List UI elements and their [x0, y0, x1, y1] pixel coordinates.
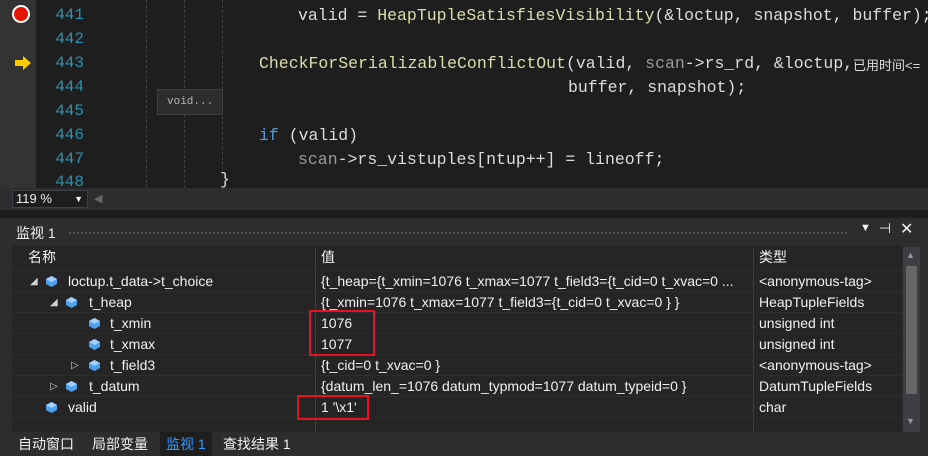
editor-status-bar: [0, 188, 928, 210]
line-number: 443: [55, 54, 84, 72]
code-function: HeapTupleSatisfiesVisibility: [377, 6, 655, 25]
breakpoint-icon[interactable]: [12, 5, 30, 23]
row-type: <anonymous-tag>: [759, 273, 872, 289]
zoom-value: 119 %: [16, 191, 52, 206]
field-icon: [66, 297, 77, 308]
highlight-box: [297, 395, 369, 420]
column-header-type[interactable]: 类型: [753, 247, 903, 267]
table-row[interactable]: ▷ t_datum {datum_len_=1076 datum_typmod=…: [12, 375, 902, 396]
close-icon[interactable]: ✕: [900, 219, 913, 239]
field-icon: [46, 276, 57, 287]
collapse-arrow-icon[interactable]: ◢: [30, 271, 38, 292]
current-line-arrow-icon: [15, 56, 31, 70]
field-icon: [66, 381, 77, 392]
line-number: 447: [55, 150, 84, 168]
code-function: CheckForSerializableConflictOut: [259, 54, 566, 73]
zoom-dropdown[interactable]: 119 % ▼: [12, 190, 88, 208]
row-name: t_datum: [89, 378, 140, 394]
scroll-up-icon[interactable]: ▲: [906, 250, 915, 260]
line-number: 444: [55, 78, 84, 96]
window-menu-icon[interactable]: ▼: [860, 222, 871, 234]
row-name: t_xmin: [110, 315, 152, 331]
row-value: {t_cid=0 t_xvac=0 }: [321, 357, 441, 373]
indent-guide: [146, 0, 147, 188]
code-line-441: valid = HeapTupleSatisfiesVisibility(&lo…: [298, 6, 928, 25]
table-row[interactable]: ▷ t_field3 {t_cid=0 t_xvac=0 } <anonymou…: [12, 354, 902, 375]
chevron-down-icon: ▼: [74, 194, 83, 204]
row-value: 1 '\x1': [321, 399, 357, 415]
line-number: 442: [55, 30, 84, 48]
drag-grip[interactable]: [68, 231, 848, 236]
line-number: 448: [55, 173, 84, 188]
code-param: scan: [645, 54, 685, 73]
tab-autos[interactable]: 自动窗口: [12, 432, 80, 456]
tab-locals[interactable]: 局部变量: [86, 432, 154, 456]
scrollbar-thumb[interactable]: [906, 266, 917, 394]
code-line-444: buffer, snapshot);: [568, 78, 747, 97]
code-text: rs_rd, &loctup,: [704, 54, 854, 73]
table-row[interactable]: ◢ t_heap {t_xmin=1076 t_xmax=1077 t_fiel…: [12, 291, 902, 312]
row-value: 1076: [321, 315, 353, 331]
field-icon: [46, 402, 57, 413]
code-line-446: if (valid): [259, 126, 358, 145]
column-header-value[interactable]: 值: [315, 247, 753, 267]
field-icon: [89, 318, 100, 329]
code-line-448: }: [220, 170, 230, 188]
row-type: <anonymous-tag>: [759, 357, 872, 373]
row-name: t_heap: [89, 294, 132, 310]
line-number: 445: [55, 102, 84, 120]
field-icon: [89, 339, 100, 350]
code-text: ->: [684, 54, 705, 73]
indent-guide: [222, 0, 223, 175]
elapsed-time-hint: 已用时间<=: [853, 58, 921, 73]
tab-watch-1[interactable]: 监视 1: [160, 432, 212, 456]
table-row[interactable]: valid 1 '\x1' char: [12, 396, 902, 417]
table-row[interactable]: t_xmin 1076 unsigned int: [12, 312, 902, 333]
expand-arrow-icon[interactable]: ▷: [71, 355, 79, 376]
breakpoint-gutter[interactable]: [0, 0, 36, 188]
highlight-box: [309, 310, 375, 356]
code-text: (valid): [278, 126, 359, 145]
row-value: {t_heap={t_xmin=1076 t_xmax=1077 t_field…: [321, 273, 734, 289]
table-row[interactable]: t_xmax 1077 unsigned int: [12, 333, 902, 354]
line-number: 441: [55, 6, 84, 24]
row-value: {datum_len_=1076 datum_typmod=1077 datum…: [321, 378, 687, 394]
row-type: HeapTupleFields: [759, 294, 865, 310]
scroll-left-icon[interactable]: ◀: [94, 192, 102, 205]
code-line-443: CheckForSerializableConflictOut(valid, s…: [259, 54, 853, 73]
code-text: valid =: [298, 6, 378, 25]
row-type: char: [759, 399, 787, 415]
row-type: DatumTupleFields: [759, 378, 873, 394]
row-name: t_field3: [110, 357, 156, 373]
line-number: 446: [55, 126, 84, 144]
tab-find-results-1[interactable]: 查找结果 1: [217, 432, 297, 456]
code-editor[interactable]: 441 442 443 444 445 446 447 448 valid = …: [0, 0, 928, 188]
row-type: unsigned int: [759, 336, 835, 352]
field-icon: [89, 360, 100, 371]
pin-icon[interactable]: ⊣: [879, 220, 891, 237]
code-text: rs_vistuples[ntup++] = lineoff;: [357, 150, 665, 169]
code-param: scan: [298, 150, 338, 169]
row-name: loctup.t_data->t_choice: [68, 273, 214, 289]
expand-arrow-icon[interactable]: ▷: [50, 376, 58, 397]
code-text: (valid,: [565, 54, 646, 73]
collapse-arrow-icon[interactable]: ◢: [50, 292, 58, 313]
scroll-down-icon[interactable]: ▼: [906, 416, 915, 426]
row-value: {t_xmin=1076 t_xmax=1077 t_field3={t_cid…: [321, 294, 680, 310]
table-row[interactable]: ◢ loctup.t_data->t_choice {t_heap={t_xmi…: [12, 270, 902, 291]
code-line-447: scan->rs_vistuples[ntup++] = lineoff;: [298, 150, 664, 169]
peek-tooltip[interactable]: void...: [157, 89, 223, 115]
code-text: ->: [337, 150, 358, 169]
row-name: t_xmax: [110, 336, 156, 352]
row-name: valid: [68, 399, 97, 415]
column-header-name[interactable]: 名称: [22, 247, 315, 267]
watch-panel-title: 监视 1: [16, 225, 56, 241]
line-numbers: 441 442 443 444 445 446 447 448: [36, 0, 90, 188]
code-text: (&loctup, snapshot, buffer);: [654, 6, 928, 25]
code-keyword: if: [259, 126, 279, 145]
row-value: 1077: [321, 336, 353, 352]
row-type: unsigned int: [759, 315, 835, 331]
